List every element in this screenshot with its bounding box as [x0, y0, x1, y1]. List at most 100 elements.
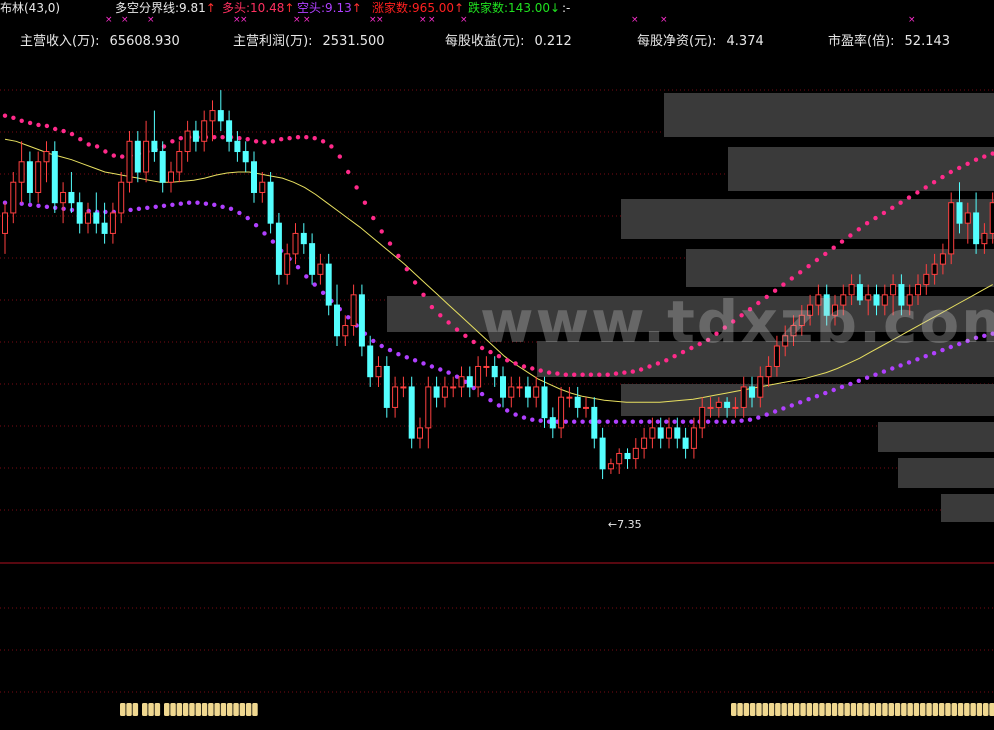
candle-body: [168, 171, 174, 183]
lower-band-point: [505, 408, 510, 413]
upper-band-point: [789, 276, 794, 281]
lower-band-point: [153, 204, 158, 209]
lower-band-point: [27, 202, 33, 207]
upper-band-point: [362, 200, 368, 205]
candle-body: [350, 294, 357, 327]
upper-band-point: [11, 115, 16, 121]
candle: [325, 253, 332, 316]
candle: [234, 131, 241, 162]
fundamental-nav: 每股净资(元): 4.374: [637, 34, 764, 49]
upper-band-point: [781, 282, 786, 287]
upper-band-point: [53, 126, 58, 132]
candle: [566, 386, 573, 408]
lower-band-point: [538, 418, 543, 423]
upper-band-point: [940, 174, 945, 180]
signal-badge: [819, 703, 825, 716]
candle-body: [51, 151, 58, 204]
candle-body: [43, 151, 50, 163]
upper-band-point: [429, 304, 435, 310]
candle-body: [583, 406, 589, 409]
candle-body: [134, 140, 141, 173]
upper-band-point: [304, 135, 309, 140]
candle-body: [740, 386, 747, 408]
signal-badge: [245, 703, 252, 716]
candle: [533, 376, 540, 408]
candle-body: [524, 386, 531, 398]
signal-badge: [869, 703, 876, 716]
signal-badge: [850, 703, 857, 716]
signal-badge: [812, 703, 819, 716]
lower-band-point: [739, 418, 744, 423]
upper-band-point: [329, 144, 334, 149]
signal-badge: [970, 703, 976, 716]
signal-badge: [132, 703, 139, 716]
signal-marker: ×: [240, 15, 248, 25]
upper-band-point: [379, 229, 384, 234]
signal-badge: [201, 703, 208, 716]
lower-band-point: [295, 265, 301, 270]
candle: [317, 253, 324, 285]
signal-badge: [857, 703, 863, 716]
lower-band-point: [680, 419, 686, 424]
candle-body: [10, 181, 17, 214]
lower-band-point: [672, 419, 677, 424]
signal-badge: [926, 703, 932, 716]
upper-band-point: [111, 153, 117, 158]
lower-band-point: [513, 412, 518, 417]
signal-badge: [989, 703, 994, 716]
upper-band-point: [27, 120, 33, 126]
lower-band-point: [789, 403, 794, 408]
signal-badge: [794, 703, 800, 716]
candle-body: [690, 427, 697, 449]
upper-band-point: [664, 358, 669, 363]
candle: [143, 120, 150, 183]
upper-band-point: [881, 210, 887, 216]
lower-band-point: [572, 419, 577, 424]
upper-band-point: [973, 157, 979, 162]
candle-body: [192, 130, 199, 142]
candle-body: [259, 181, 266, 193]
candle-body: [2, 212, 8, 234]
lower-band-point: [814, 394, 820, 399]
candle-body: [607, 463, 614, 470]
candle: [425, 376, 432, 449]
upper-band-point: [873, 215, 878, 221]
lower-band-point: [195, 200, 200, 205]
signal-badge: [220, 703, 227, 716]
candle-body: [143, 140, 150, 173]
candle-body: [433, 386, 440, 398]
signal-badge: [920, 703, 926, 716]
candle-body: [159, 151, 166, 183]
candle: [583, 397, 589, 418]
candle-body: [491, 365, 498, 378]
lower-band-point: [689, 419, 694, 424]
lower-band-point: [580, 419, 585, 424]
candle-body: [85, 212, 91, 224]
upper-band-point: [814, 257, 820, 263]
lower-band-point: [86, 208, 91, 214]
candle: [85, 202, 91, 234]
lower-band-point: [488, 398, 493, 403]
upper-band-point: [605, 372, 610, 377]
lower-band-point: [622, 419, 627, 424]
signal-badge: [120, 703, 126, 716]
candle: [93, 192, 100, 234]
lower-band-point: [161, 203, 167, 208]
lower-band-point: [823, 390, 828, 396]
upper-band-point: [404, 267, 409, 272]
candle: [358, 284, 365, 357]
candle-body: [151, 140, 158, 153]
upper-band-point: [262, 140, 267, 145]
signal-badge: [951, 703, 957, 716]
lower-band-point: [178, 201, 183, 206]
candle-body: [408, 386, 415, 439]
candle: [18, 141, 25, 203]
signal-badge: [976, 703, 983, 716]
upper-band-point: [2, 113, 8, 118]
signal-badge: [749, 703, 756, 716]
candle: [599, 427, 606, 480]
indicator-item-1: 多头:10.48↑: [222, 1, 295, 15]
signal-badge: [913, 703, 920, 716]
fundamental-profit: 主营利润(万): 2531.500: [233, 34, 385, 49]
lower-band-point: [831, 387, 836, 393]
